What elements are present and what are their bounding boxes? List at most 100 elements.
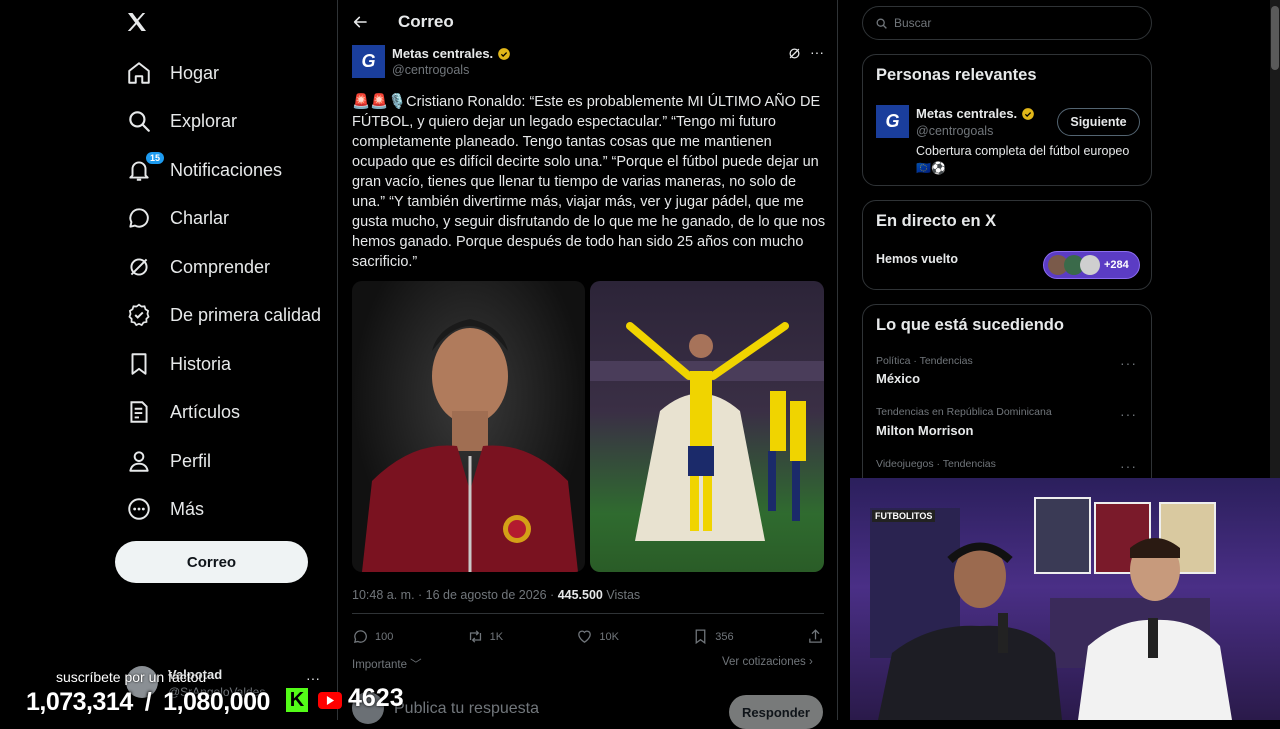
author-avatar[interactable]: G (352, 45, 385, 78)
kick-icon: K (286, 688, 308, 712)
chevron-right-icon: › (805, 656, 813, 668)
search-icon (129, 111, 150, 132)
share-button[interactable] (807, 628, 824, 645)
nav-label-articles: Artículos (170, 401, 241, 422)
counter-goal: 1,080,000 (163, 688, 270, 716)
subscriber-counter: 1,073,314 / 1,080,000 (26, 688, 270, 717)
bookmark-icon (695, 629, 706, 645)
verified-gold-icon (1022, 107, 1035, 120)
grok-icon (130, 258, 148, 276)
nav-item-profile[interactable]: Perfil (116, 439, 221, 483)
like-count: 10K (599, 630, 619, 643)
scrollbar-thumb[interactable] (1271, 6, 1279, 70)
view-quotes-link[interactable]: Ver cotizaciones › (722, 656, 813, 668)
chevron-down-icon: ﹀ (406, 659, 422, 671)
nav-label-home: Hogar (170, 62, 220, 83)
nav-label-profile: Perfil (170, 450, 212, 471)
page-title: Correo (398, 12, 454, 31)
home-icon (128, 62, 150, 84)
nav-item-premium[interactable]: De primera calidad (116, 293, 331, 337)
nav-label-bookmarks: Historia (170, 353, 232, 374)
live-count: +284 (1104, 259, 1129, 271)
nav-item-home[interactable]: Hogar (116, 51, 229, 95)
trend-meta: Videojuegos · Tendencias (876, 458, 996, 470)
trend-more-icon[interactable]: ··· (1120, 355, 1137, 371)
grok-explain-icon[interactable] (787, 46, 802, 61)
trends-title: Lo que está sucediendo (876, 316, 1064, 334)
live-avatars-pill[interactable]: +284 (1043, 251, 1140, 279)
timestamp-text: 10:48 a. m. · 16 de agosto de 2026 · (352, 588, 558, 602)
follow-button[interactable]: Siguiente (1057, 108, 1140, 136)
notification-badge: 15 (146, 152, 165, 164)
subscribe-text: suscríbete por un factou (56, 669, 207, 685)
nav-item-more[interactable]: Más (116, 487, 214, 531)
views-label: Vistas (602, 588, 641, 602)
retweet-count: 1K (489, 630, 504, 643)
bookmark-count: 356 (715, 630, 734, 643)
post-button[interactable]: Correo (115, 541, 308, 583)
tweet-more-icon[interactable]: ··· (810, 44, 824, 60)
nav-item-bookmarks[interactable]: Historia (116, 342, 241, 386)
nav-item-grok[interactable]: Comprender (116, 245, 280, 289)
trend-meta: Tendencias en República Dominicana (876, 406, 1052, 418)
avatar-letter: G (885, 111, 900, 131)
bookmark-button[interactable]: 356 (692, 628, 734, 645)
nav-label-explore: Explorar (170, 110, 238, 131)
reply-submit-button[interactable]: Responder (729, 695, 823, 729)
live-card: En directo en X Hemos vuelto +284 (862, 200, 1152, 290)
relevant-name[interactable]: Metas centrales. (916, 106, 1017, 121)
author-name[interactable]: Metas centrales. (392, 46, 493, 61)
tweet-actions: 100 1K 10K 356 (352, 628, 824, 645)
scrollbar[interactable] (1270, 0, 1280, 478)
trend-more-icon[interactable]: ··· (1120, 458, 1137, 474)
nav-item-explore[interactable]: Explorar (116, 99, 247, 143)
x-logo-icon[interactable] (125, 10, 149, 34)
trends-card: Lo que está sucediendo Política · Tenden… (862, 304, 1152, 494)
article-icon (130, 401, 148, 423)
author-handle[interactable]: @centrogoals (392, 63, 469, 77)
search-icon (876, 18, 887, 29)
heart-icon (578, 630, 592, 643)
live-avatar (1080, 255, 1100, 275)
divider (352, 613, 824, 614)
importante-label: Importante (352, 659, 407, 671)
reply-icon (353, 630, 367, 644)
share-icon (809, 629, 822, 643)
avatar-letter: G (361, 51, 376, 71)
tweet-timestamp: 10:48 a. m. · 16 de agosto de 2026 · 445… (352, 588, 640, 602)
trend-more-icon[interactable]: ··· (1120, 406, 1137, 422)
kick-count: 4623 (348, 684, 404, 712)
views-count: 445.500 (557, 588, 603, 602)
relevant-avatar[interactable]: G (876, 105, 909, 138)
nav-item-articles[interactable]: Artículos (116, 390, 250, 434)
tweet-image-right[interactable] (590, 281, 824, 572)
reply-button[interactable]: 100 (352, 628, 393, 645)
relevant-bio-emoji: 🇪🇺⚽ (916, 161, 946, 175)
counter-current: 1,073,314 (26, 688, 133, 716)
person-icon (129, 451, 149, 472)
account-more-icon: ··· (306, 670, 320, 686)
reply-count: 100 (375, 630, 394, 643)
nav-item-notifications[interactable]: 15 Notificaciones (116, 148, 292, 192)
quotes-label: Ver cotizaciones (722, 656, 806, 668)
tweet-text: 🚨🚨🎙️Cristiano Ronaldo: “Este es probable… (352, 94, 826, 270)
nav-item-chat[interactable]: Charlar (116, 196, 239, 240)
main-column: Correo G Metas centrales. @centrogoals ·… (337, 0, 838, 729)
importante-filter[interactable]: Importante ﹀ (352, 656, 422, 672)
nav-label-premium: De primera calidad (170, 304, 322, 325)
live-item[interactable]: Hemos vuelto (876, 252, 958, 266)
tweet-image-left[interactable] (352, 281, 585, 572)
trend-name[interactable]: México (876, 371, 920, 386)
search-input[interactable]: Buscar (862, 6, 1152, 40)
counter-separator: / (144, 688, 152, 716)
trend-meta: Política · Tendencias (876, 355, 973, 367)
back-arrow-icon[interactable] (352, 14, 368, 30)
trend-name[interactable]: Milton Morrison (876, 423, 974, 438)
reply-input[interactable]: Publica tu respuesta (394, 700, 539, 718)
like-button[interactable]: 10K (576, 628, 619, 645)
webcam-overlay: FUTBOLITOS (850, 478, 1280, 720)
bookmark-icon (131, 353, 147, 375)
relevant-people-card: Personas relevantes G Metas centrales. @… (862, 54, 1152, 186)
youtube-icon (318, 692, 342, 709)
retweet-button[interactable]: 1K (467, 628, 503, 645)
